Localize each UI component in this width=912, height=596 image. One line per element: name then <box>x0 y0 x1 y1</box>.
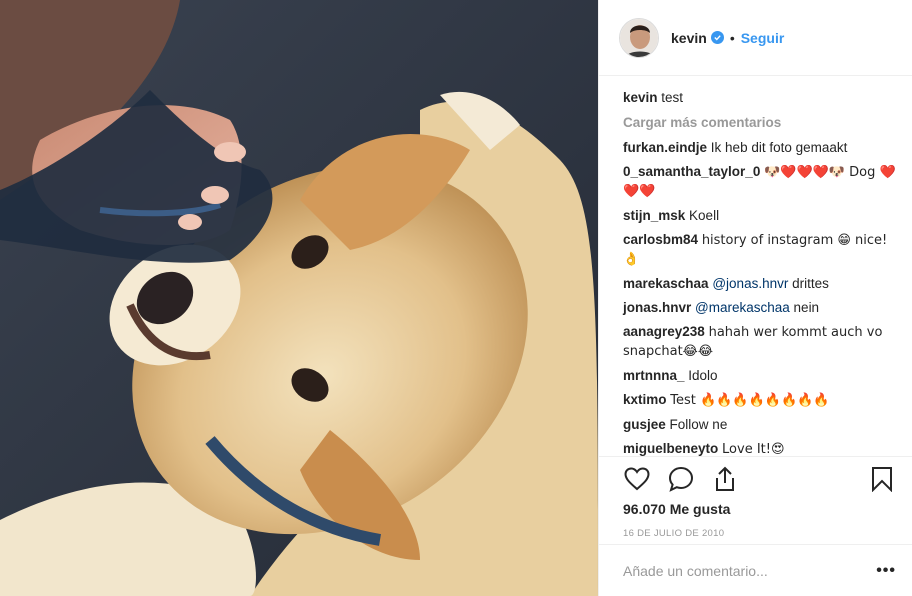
comment-text: Koell <box>689 208 720 223</box>
comment-item: marekaschaa @jonas.hnvr drittes <box>623 275 896 293</box>
comment-username[interactable]: furkan.eindje <box>623 140 707 155</box>
dog-photo-image <box>0 0 598 596</box>
comment-username[interactable]: stijn_msk <box>623 208 685 223</box>
comment-item: jonas.hnvr @marekaschaa nein <box>623 299 896 317</box>
comment-text: Ik heb dit foto gemaakt <box>710 140 848 155</box>
post-header: kevin • Seguir <box>599 0 912 76</box>
comment-item: miguelbeneyto Love It!😍 <box>623 440 896 456</box>
comments-list[interactable]: kevin test Cargar más comentarios furkan… <box>599 77 912 456</box>
comment-item: kxtimo Test 🔥🔥🔥🔥🔥🔥🔥🔥 <box>623 391 896 410</box>
comment-text: Test 🔥🔥🔥🔥🔥🔥🔥🔥 <box>670 393 830 408</box>
bookmark-icon[interactable] <box>868 465 896 493</box>
comment-text: Follow ne <box>669 417 728 432</box>
avatar[interactable] <box>619 17 659 58</box>
comment-icon[interactable] <box>667 465 695 493</box>
add-comment-input[interactable] <box>623 562 877 579</box>
comment-username[interactable]: miguelbeneyto <box>623 441 718 456</box>
follow-button[interactable]: Seguir <box>741 30 785 46</box>
share-icon[interactable] <box>711 465 739 493</box>
comment-username[interactable]: aanagrey238 <box>623 324 705 339</box>
instagram-post: kevin • Seguir kevin test Cargar más com… <box>0 0 912 596</box>
comment-text: nein <box>793 300 820 315</box>
avatar-image <box>620 18 658 57</box>
comment-username[interactable]: mrtnnna_ <box>623 368 685 383</box>
comment-mention-link[interactable]: @marekaschaa <box>695 300 790 315</box>
comment-item: aanagrey238 hahah wer kommt auch vo snap… <box>623 323 896 361</box>
comment-text: Love It!😍 <box>722 442 785 456</box>
comment-username[interactable]: gusjee <box>623 417 666 432</box>
comment-item: furkan.eindje Ik heb dit foto gemaakt <box>623 139 896 157</box>
comment-item: carlosbm84 history of instagram 😁 nice! … <box>623 231 896 269</box>
comment-username[interactable]: carlosbm84 <box>623 232 698 247</box>
comment-item: 0_samantha_taylor_0 🐶❤️❤️❤️🐶 Dog ❤️❤️❤️ <box>623 163 896 201</box>
header-username[interactable]: kevin <box>671 30 707 46</box>
add-comment-bar: ••• <box>599 544 912 596</box>
post-actions-section: 96.070 Me gusta 16 DE JULIO DE 2010 <box>599 456 912 539</box>
caption-username[interactable]: kevin <box>623 90 658 105</box>
verified-badge-icon <box>710 31 724 44</box>
comment-item: stijn_msk Koell <box>623 207 896 225</box>
header-separator: • <box>729 29 735 46</box>
post-photo[interactable] <box>0 0 598 596</box>
comment-text: Idolo <box>688 368 718 383</box>
post-side-panel: kevin • Seguir kevin test Cargar más com… <box>598 0 912 596</box>
heart-icon[interactable] <box>623 465 651 493</box>
comment-item: gusjee Follow ne <box>623 416 896 434</box>
comment-item: mrtnnna_ Idolo <box>623 367 896 385</box>
comment-text: drittes <box>792 276 829 291</box>
load-more-comments-button[interactable]: Cargar más comentarios <box>623 115 896 130</box>
comment-username[interactable]: 0_samantha_taylor_0 <box>623 164 760 179</box>
caption-text: test <box>661 90 684 105</box>
caption: kevin test <box>623 89 896 107</box>
comment-username[interactable]: kxtimo <box>623 392 667 407</box>
comment-username[interactable]: marekaschaa <box>623 276 709 291</box>
more-options-icon[interactable]: ••• <box>876 562 896 580</box>
likes-count[interactable]: 96.070 Me gusta <box>623 501 896 517</box>
comment-username[interactable]: jonas.hnvr <box>623 300 691 315</box>
post-date: 16 DE JULIO DE 2010 <box>623 528 725 539</box>
action-bar <box>623 457 896 501</box>
comment-mention-link[interactable]: @jonas.hnvr <box>712 276 788 291</box>
